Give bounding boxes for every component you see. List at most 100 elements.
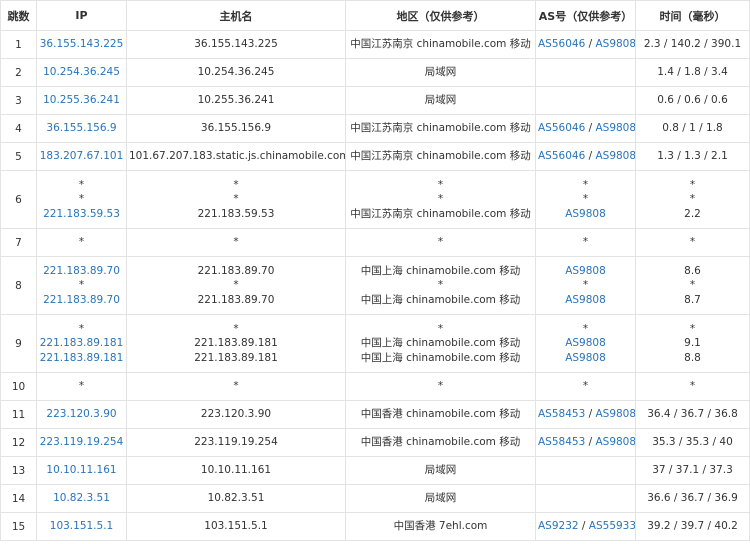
as-link[interactable]: AS56046 (538, 150, 585, 162)
as-link[interactable]: AS9808 (565, 352, 606, 364)
as-cell (535, 456, 636, 485)
table-row: 10 * * * * * (0, 372, 750, 401)
ip-link[interactable]: 10.82.3.51 (39, 491, 124, 506)
as-line: AS56046 / AS9808 (538, 149, 635, 164)
region-cell: 局域网 (345, 456, 536, 485)
ip-link[interactable]: 221.183.89.181 (39, 351, 124, 366)
time-cell: 35.3 / 35.3 / 40 (635, 428, 750, 457)
hop-number: 7 (0, 228, 37, 257)
region-cell: 局域网 (345, 86, 536, 115)
hostname: 221.183.59.53 (197, 207, 275, 220)
region-text: 中国江苏南京 chinamobile.com 移动 (350, 38, 531, 51)
as-link[interactable]: AS56046 (538, 122, 585, 134)
latency-text: 2.3 / 140.2 / 390.1 (643, 38, 742, 51)
region-text: * (437, 279, 444, 292)
region-cell: 局域网 (345, 58, 536, 87)
as-line (538, 491, 633, 506)
table-row: 6 * * 221.183.59.53 * * 221.183.59.53 * * 中国江苏南京 … (0, 170, 750, 229)
time-cell: 2.3 / 140.2 / 390.1 (635, 30, 750, 59)
ip-link[interactable]: 36.155.156.9 (39, 121, 124, 136)
as-link[interactable]: AS9808 (595, 150, 634, 162)
region-text: 中国江苏南京 chinamobile.com 移动 (350, 150, 531, 163)
hostname: 221.183.89.181 (194, 337, 278, 350)
as-link[interactable]: AS56046 (538, 38, 585, 50)
hostname: 36.155.156.9 (200, 122, 272, 135)
host-cell: 103.151.5.1 (126, 512, 346, 541)
hostname: 221.183.89.70 (197, 293, 275, 306)
time-cell: * (635, 372, 750, 401)
as-link[interactable]: AS9808 (565, 265, 606, 277)
region-cell: 局域网 (345, 484, 536, 513)
latency-text: * (689, 236, 696, 249)
region-text: * (437, 193, 444, 206)
as-line: AS58453 / AS9808 (538, 435, 635, 450)
ip-link[interactable]: 183.207.67.101 (39, 149, 124, 164)
as-line: AS9232 / AS55933 (538, 519, 635, 534)
region-text: * (437, 178, 444, 191)
time-cell: 0.6 / 0.6 / 0.6 (635, 86, 750, 115)
latency-text: * (689, 322, 696, 335)
time-cell: 1.3 / 1.3 / 2.1 (635, 142, 750, 171)
as-link[interactable]: AS9808 (565, 294, 606, 306)
table-row: 7 * * * * * (0, 228, 750, 257)
col-host-header: 主机名 (126, 0, 346, 31)
as-separator: / (578, 520, 589, 533)
region-text: 局域网 (424, 492, 457, 505)
ip-link[interactable]: 103.151.5.1 (39, 519, 124, 534)
as-link[interactable]: AS9808 (565, 337, 606, 349)
table-row: 15 103.151.5.1 103.151.5.1 中国香港 7ehl.com AS9… (0, 512, 750, 541)
as-timeout: * (582, 279, 589, 292)
as-cell: AS58453 / AS9808 (535, 428, 636, 457)
as-line (538, 463, 633, 478)
as-link[interactable]: AS58453 (538, 436, 585, 448)
region-cell: 中国江苏南京 chinamobile.com 移动 (345, 114, 536, 143)
as-link[interactable]: AS9808 (595, 122, 634, 134)
ip-link[interactable]: 36.155.143.225 (39, 37, 124, 52)
ip-timeout: * (78, 380, 85, 393)
ip-link[interactable]: 10.255.36.241 (39, 93, 124, 108)
ip-link[interactable]: 221.183.59.53 (39, 207, 124, 222)
as-link[interactable]: AS58453 (538, 408, 585, 420)
as-link[interactable]: AS9808 (595, 436, 634, 448)
as-timeout: * (582, 236, 589, 249)
ip-link[interactable]: 223.119.19.254 (39, 435, 124, 450)
as-link[interactable]: AS9808 (565, 208, 606, 220)
as-line: AS9808 (538, 351, 633, 366)
host-cell: 10.255.36.241 (126, 86, 346, 115)
ip-link[interactable]: 10.10.11.161 (39, 463, 124, 478)
region-text: 中国香港 7ehl.com (393, 520, 488, 533)
table-row: 3 10.255.36.241 10.255.36.241 局域网 0.6 / 0.6 … (0, 86, 750, 115)
as-link[interactable]: AS9808 (595, 38, 634, 50)
ip-cell: 10.255.36.241 (36, 86, 127, 115)
as-link[interactable]: AS9808 (595, 408, 634, 420)
time-cell: 0.8 / 1 / 1.8 (635, 114, 750, 143)
ip-link[interactable]: 221.183.89.70 (39, 293, 124, 308)
as-link[interactable]: AS9232 (538, 520, 579, 532)
hostname: * (233, 193, 239, 206)
region-text: 中国江苏南京 chinamobile.com 移动 (350, 122, 531, 135)
hostname: 10.254.36.245 (197, 66, 275, 79)
as-separator: / (585, 150, 596, 163)
as-link[interactable]: AS55933 (589, 520, 635, 532)
latency-text: 0.6 / 0.6 / 0.6 (657, 94, 728, 107)
as-line: * (538, 178, 633, 193)
region-text: * (437, 322, 444, 335)
ip-link[interactable]: 221.183.89.181 (39, 336, 124, 351)
as-cell: * (535, 372, 636, 401)
hostname: 221.183.89.181 (194, 351, 278, 364)
ip-link[interactable]: 10.254.36.245 (39, 65, 124, 80)
latency-text: 39.2 / 39.7 / 40.2 (647, 520, 738, 533)
region-text: 中国江苏南京 chinamobile.com 移动 (350, 207, 531, 220)
region-text: 中国上海 chinamobile.com 移动 (360, 264, 521, 277)
header-row: 跳数 IP 主机名 地区（仅供参考） AS号（仅供参考） 时间（毫秒） (0, 0, 750, 31)
ip-cell: * * 221.183.59.53 (36, 170, 127, 229)
as-line: AS9808 (538, 207, 633, 222)
hop-number: 8 (0, 256, 37, 315)
latency-text: 1.3 / 1.3 / 2.1 (657, 150, 728, 163)
latency-text: * (689, 193, 696, 206)
ip-link[interactable]: 221.183.89.70 (39, 264, 124, 279)
region-cell: * (345, 372, 536, 401)
region-text: 中国上海 chinamobile.com 移动 (360, 337, 521, 350)
table-header: 跳数 IP 主机名 地区（仅供参考） AS号（仅供参考） 时间（毫秒） (0, 0, 750, 31)
ip-link[interactable]: 223.120.3.90 (39, 407, 124, 422)
